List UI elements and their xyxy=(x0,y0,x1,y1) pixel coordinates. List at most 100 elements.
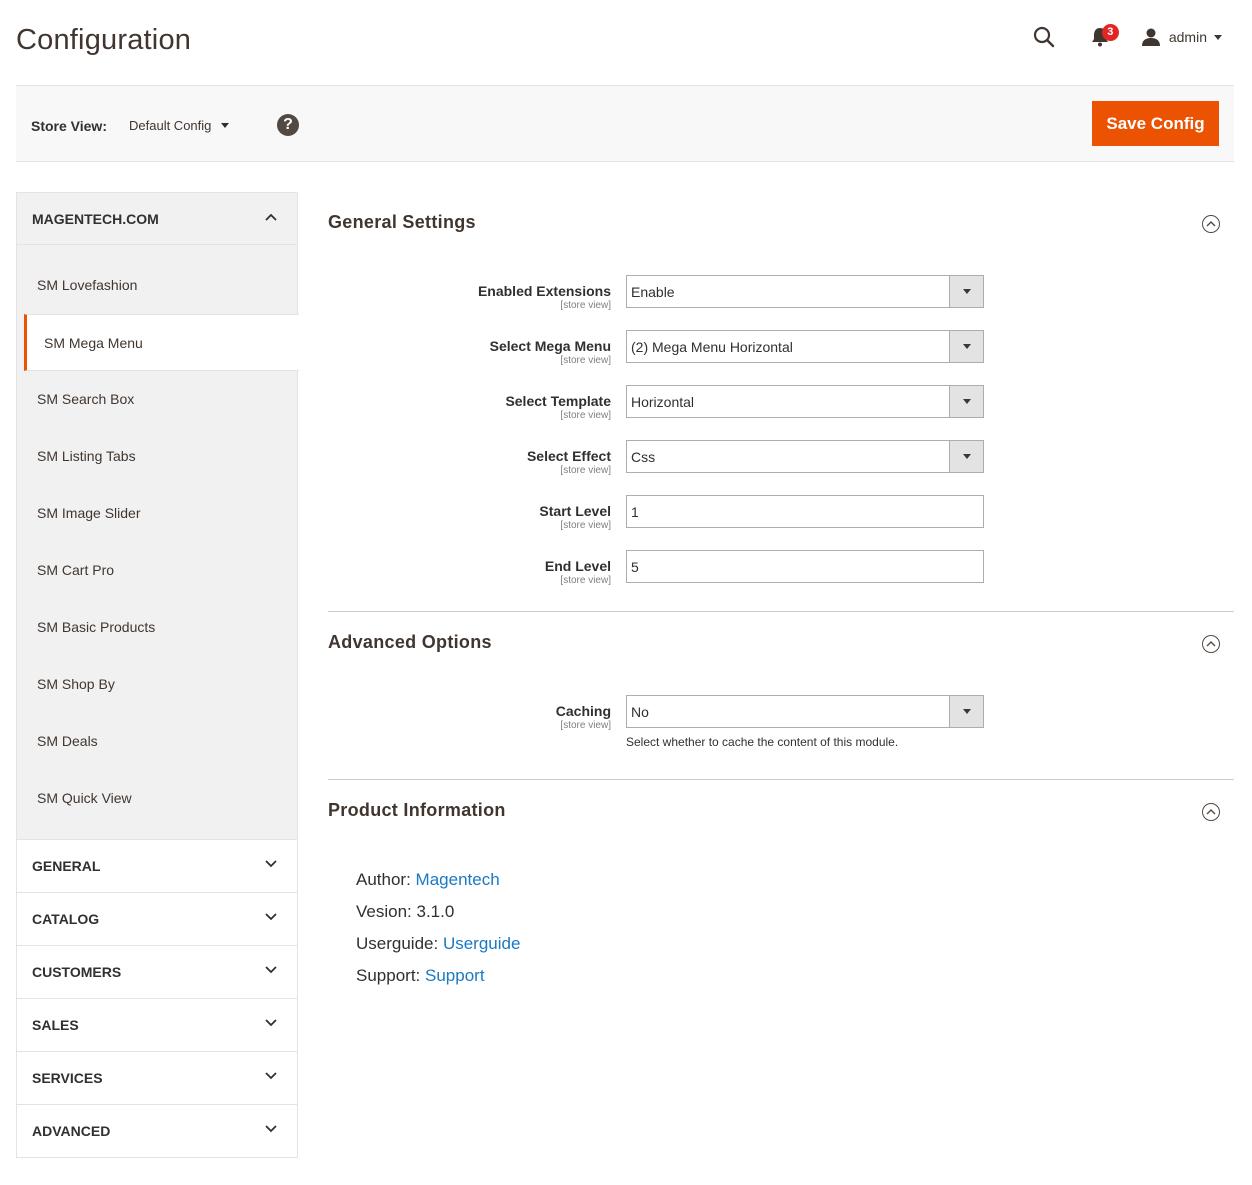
user-icon xyxy=(1141,28,1160,46)
save-config-button[interactable]: Save Config xyxy=(1092,101,1219,146)
store-view-selected: Default Config xyxy=(129,118,212,133)
field-select-template: Select Template [store view] Horizontal xyxy=(328,385,1234,440)
field-end-level: End Level [store view] 5 xyxy=(328,550,1234,605)
effect-select[interactable]: Css xyxy=(626,440,984,473)
chevron-down-icon xyxy=(962,454,971,459)
tab-label: SALES xyxy=(32,1017,79,1033)
advanced-options-header[interactable]: Advanced Options xyxy=(328,612,1234,674)
sidebar-item-shop-by[interactable]: SM Shop By xyxy=(17,656,297,713)
chevron-down-icon xyxy=(962,289,971,294)
support-label: Support: xyxy=(356,966,425,985)
field-label: Select Template xyxy=(505,393,611,409)
caching-note: Select whether to cache the content of t… xyxy=(626,735,899,749)
end-level-input[interactable]: 5 xyxy=(626,550,984,583)
tab-label: CUSTOMERS xyxy=(32,964,122,980)
field-label: Caching xyxy=(555,703,611,719)
sidebar-item-lovefashion[interactable]: SM Lovefashion xyxy=(17,257,297,314)
store-view-switcher[interactable]: Default Config xyxy=(129,118,230,133)
sidebar-item-deals[interactable]: SM Deals xyxy=(17,713,297,770)
tab-general[interactable]: GENERAL xyxy=(16,840,298,893)
user-name: admin xyxy=(1168,29,1207,45)
author-link[interactable]: Magentech xyxy=(416,870,500,889)
sidebar-item-search-box[interactable]: SM Search Box xyxy=(17,371,297,428)
tab-customers[interactable]: CUSTOMERS xyxy=(16,946,298,999)
scope-label: [store view] xyxy=(560,520,611,531)
chevron-down-icon xyxy=(265,1072,277,1080)
tab-services[interactable]: SERVICES xyxy=(16,1052,298,1105)
tab-catalog[interactable]: CATALOG xyxy=(16,893,298,946)
field-label: Enabled Extensions xyxy=(477,283,611,299)
store-view-bar: Store View: Default Config ? Save Config xyxy=(16,85,1234,162)
chevron-down-icon xyxy=(265,1019,277,1027)
product-information-section: Product Information Author: Magentech Ve… xyxy=(328,780,1234,996)
product-information-header[interactable]: Product Information xyxy=(328,780,1234,842)
scope-label: [store view] xyxy=(560,355,611,366)
help-icon[interactable]: ? xyxy=(277,114,299,136)
tab-label: CATALOG xyxy=(32,911,100,927)
chevron-down-icon xyxy=(265,860,277,868)
advanced-options-section: Advanced Options Caching [store view] No … xyxy=(328,612,1234,779)
notification-count-badge: 3 xyxy=(1101,24,1119,41)
support-line: Support: Support xyxy=(356,964,1234,996)
caching-select[interactable]: No xyxy=(626,695,984,728)
chevron-down-icon xyxy=(265,966,277,974)
sidebar-item-mega-menu[interactable]: SM Mega Menu xyxy=(24,314,299,371)
sidebar-item-image-slider[interactable]: SM Image Slider xyxy=(17,485,297,542)
userguide-line: Userguide: Userguide xyxy=(356,932,1234,964)
collapse-icon xyxy=(1202,635,1220,653)
chevron-down-icon xyxy=(265,1125,277,1133)
tab-magentech[interactable]: MAGENTECH.COM xyxy=(16,192,298,245)
config-main: General Settings Enabled Extensions [stor… xyxy=(328,192,1234,996)
field-select-effect: Select Effect [store view] Css xyxy=(328,440,1234,495)
general-settings-section: General Settings Enabled Extensions [stor… xyxy=(328,192,1234,611)
author-label: Author: xyxy=(356,870,416,889)
tab-advanced[interactable]: ADVANCED xyxy=(16,1105,298,1158)
support-link[interactable]: Support xyxy=(425,966,485,985)
section-title: Product Information xyxy=(328,800,506,820)
field-label: Start Level xyxy=(539,503,611,519)
sidebar-item-cart-pro[interactable]: SM Cart Pro xyxy=(17,542,297,599)
author-line: Author: Magentech xyxy=(356,868,1234,900)
tab-sales[interactable]: SALES xyxy=(16,999,298,1052)
product-info-list: Author: Magentech Vesion: 3.1.0 Userguid… xyxy=(328,862,1234,996)
start-level-input[interactable]: 1 xyxy=(626,495,984,528)
userguide-link[interactable]: Userguide xyxy=(443,934,521,953)
search-button[interactable] xyxy=(1029,22,1059,52)
select-value: Css xyxy=(631,448,656,465)
sidebar-item-listing-tabs[interactable]: SM Listing Tabs xyxy=(17,428,297,485)
select-value: (2) Mega Menu Horizontal xyxy=(631,338,793,355)
chevron-down-icon xyxy=(962,399,971,404)
user-menu[interactable]: admin xyxy=(1141,28,1222,46)
config-sidebar: MAGENTECH.COM SM Lovefashion SM Mega Men… xyxy=(16,192,299,1158)
select-value: Enable xyxy=(631,283,675,300)
sidebar-item-basic-products[interactable]: SM Basic Products xyxy=(17,599,297,656)
notifications-button[interactable]: 3 xyxy=(1085,22,1119,52)
store-view-label: Store View: xyxy=(31,118,107,134)
tab-label: GENERAL xyxy=(32,858,101,874)
tab-items: SM Lovefashion SM Mega Menu SM Search Bo… xyxy=(16,245,299,840)
sidebar-item-quick-view[interactable]: SM Quick View xyxy=(17,770,297,827)
field-enabled-extensions: Enabled Extensions [store view] Enable xyxy=(328,275,1234,330)
tab-label: SERVICES xyxy=(32,1070,103,1086)
scope-label: [store view] xyxy=(560,410,611,421)
field-label: End Level xyxy=(544,558,611,574)
search-icon xyxy=(1033,26,1055,48)
scope-label: [store view] xyxy=(560,720,611,731)
mega-menu-select[interactable]: (2) Mega Menu Horizontal xyxy=(626,330,984,363)
field-label: Select Mega Menu xyxy=(489,338,611,354)
chevron-down-icon xyxy=(1214,34,1222,40)
general-settings-header[interactable]: General Settings xyxy=(328,192,1234,254)
collapse-icon xyxy=(1202,803,1220,821)
chevron-down-icon xyxy=(265,913,277,921)
version-line: Vesion: 3.1.0 xyxy=(356,902,455,921)
enabled-extensions-select[interactable]: Enable xyxy=(626,275,984,308)
collapse-icon xyxy=(1202,215,1220,233)
field-start-level: Start Level [store view] 1 xyxy=(328,495,1234,550)
section-title: Advanced Options xyxy=(328,632,492,652)
scope-label: [store view] xyxy=(560,300,611,311)
chevron-up-icon xyxy=(265,213,277,221)
template-select[interactable]: Horizontal xyxy=(626,385,984,418)
field-caching: Caching [store view] No Select whether to… xyxy=(328,695,1234,779)
tab-label: MAGENTECH.COM xyxy=(32,210,159,227)
chevron-down-icon xyxy=(221,123,230,128)
